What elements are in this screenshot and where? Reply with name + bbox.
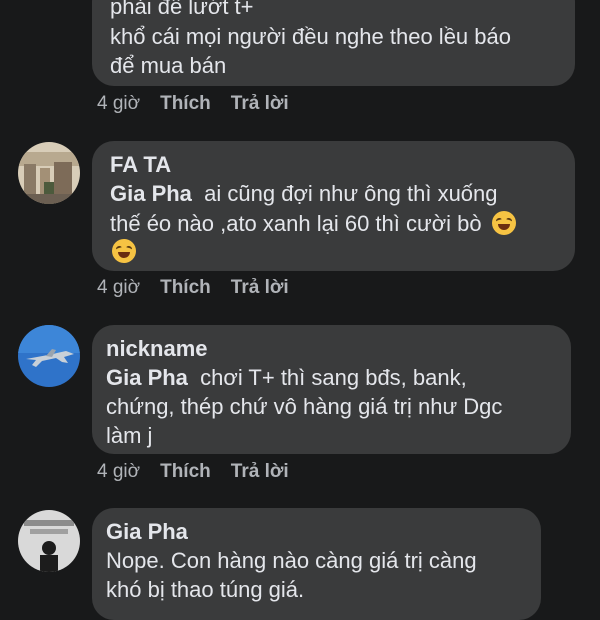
comment-text-line: để mua bán	[110, 53, 227, 78]
avatar[interactable]	[18, 325, 80, 387]
laughing-emoji-icon	[491, 211, 516, 235]
comment-bubble: nickname Gia Pha chơi T+ thì sang bđs, b…	[92, 325, 571, 454]
comment-author[interactable]: FA TA	[110, 151, 171, 179]
avatar-image	[18, 510, 80, 572]
comment-text-line: Gia Pha ai cũng đợi như ông thì xuống	[110, 179, 498, 208]
comment-text: ai cũng đợi như ông thì xuống	[204, 181, 498, 206]
comment-text-line: Nope. Con hàng nào càng giá trị càng	[106, 548, 477, 573]
reply-button[interactable]: Trả lời	[231, 461, 289, 483]
comment-text-line	[108, 237, 136, 266]
comment-timestamp: 4 giờ	[97, 93, 141, 114]
comment-text: thế éo nào ,ato xanh lại 60 thì cười bò	[110, 211, 482, 236]
comment-text-line: thế éo nào ,ato xanh lại 60 thì cười bò	[110, 209, 516, 238]
mention-link[interactable]: Gia Pha	[110, 181, 192, 206]
reply-button[interactable]: Trả lời	[231, 277, 289, 299]
avatar-image	[18, 325, 80, 387]
like-button[interactable]: Thích	[160, 93, 211, 115]
reply-button[interactable]: Trả lời	[231, 93, 289, 115]
mention-link[interactable]: Gia Pha	[106, 365, 188, 390]
comment-actions: 4 giờ Thích Trả lời	[97, 277, 289, 299]
comment-text-line: làm j	[106, 423, 153, 448]
comment-text-line: khổ cái mọi người đều nghe theo lều báo	[110, 24, 511, 49]
comment-actions: 4 giờ Thích Trả lời	[97, 461, 289, 483]
like-button[interactable]: Thích	[160, 277, 211, 299]
comment-bubble: FA TA Gia Pha ai cũng đợi như ông thì xu…	[92, 141, 575, 271]
comment-author[interactable]: nickname	[106, 335, 208, 363]
laughing-emoji-icon	[112, 239, 136, 263]
avatar[interactable]	[18, 142, 80, 204]
comment-bubble: Gia Pha Nope. Con hàng nào càng giá trị …	[92, 508, 541, 620]
comment-text-line: Gia Pha chơi T+ thì sang bđs, bank,	[106, 363, 467, 392]
comment-timestamp: 4 giờ	[97, 277, 141, 298]
comment-bubble: phải để lướt t+ khổ cái mọi người đều ng…	[92, 0, 575, 86]
avatar-image	[18, 142, 80, 204]
like-button[interactable]: Thích	[160, 461, 211, 483]
comment-timestamp: 4 giờ	[97, 461, 141, 482]
comment-text: chơi T+ thì sang bđs, bank,	[200, 365, 467, 390]
comment-text-line: phải để lướt t+	[110, 0, 254, 19]
avatar[interactable]	[18, 510, 80, 572]
comment-author[interactable]: Gia Pha	[106, 518, 188, 546]
comment-text-line: chứng, thép chứ vô hàng giá trị như Dgc	[106, 394, 503, 419]
comment-actions: 4 giờ Thích Trả lời	[97, 93, 289, 115]
